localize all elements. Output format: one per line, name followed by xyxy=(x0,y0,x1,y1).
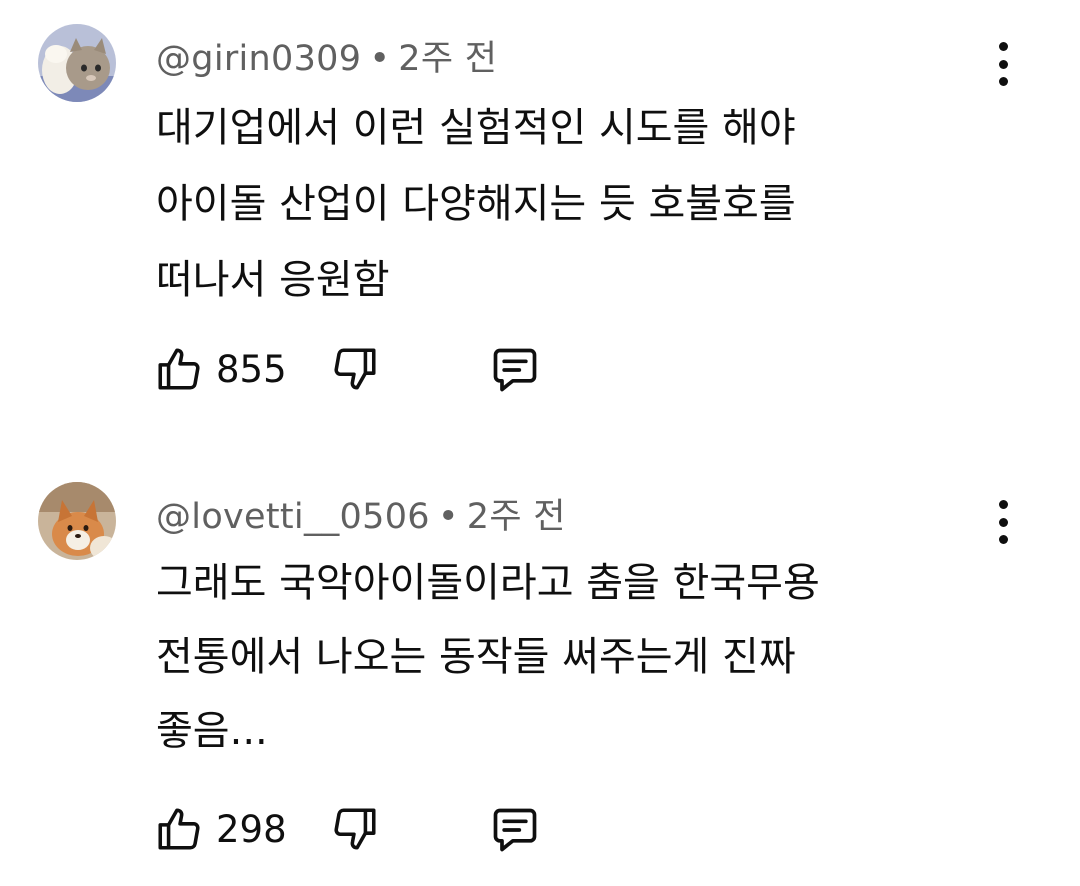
more-vertical-icon[interactable] xyxy=(988,500,1018,544)
reply-button[interactable] xyxy=(488,804,542,860)
like-count: 298 xyxy=(216,807,287,851)
cat-avatar-icon[interactable] xyxy=(38,24,116,102)
comment-meta: @lovetti__0506 • 2주 전 xyxy=(156,488,566,539)
comment-actions: 298 xyxy=(154,804,574,856)
like-button[interactable]: 298 xyxy=(154,804,287,854)
thumbs-up-icon xyxy=(158,348,200,390)
comment-time: 2주 전 xyxy=(466,497,566,537)
reply-button[interactable] xyxy=(488,344,542,400)
comment-author[interactable]: @lovetti__0506 xyxy=(156,497,430,537)
fox-avatar-icon[interactable] xyxy=(38,482,116,560)
comment-meta: @girin0309 • 2주 전 xyxy=(156,30,497,81)
meta-separator: • xyxy=(369,39,391,79)
comment-author[interactable]: @girin0309 xyxy=(156,39,361,79)
thumbs-down-icon xyxy=(334,348,376,390)
comment-text: 대기업에서 이런 실험적인 시도를 해야 아이돌 산업이 다양해지는 듯 호불호… xyxy=(156,105,796,303)
like-button[interactable]: 855 xyxy=(154,344,287,394)
comment-time: 2주 전 xyxy=(398,39,498,79)
thumbs-up-icon xyxy=(158,808,200,850)
reply-comment-icon xyxy=(493,348,537,392)
dislike-button[interactable] xyxy=(330,804,380,858)
reply-comment-icon xyxy=(493,808,537,852)
comment-text: 그래도 국악아이돌이라고 춤을 한국무용 전통에서 나오는 동작들 써주는게 진… xyxy=(156,560,820,754)
like-count: 855 xyxy=(216,347,287,391)
meta-separator: • xyxy=(437,497,459,537)
comment-actions: 855 xyxy=(154,344,574,396)
thumbs-down-icon xyxy=(334,808,376,850)
dislike-button[interactable] xyxy=(330,344,380,398)
more-vertical-icon[interactable] xyxy=(988,42,1018,86)
